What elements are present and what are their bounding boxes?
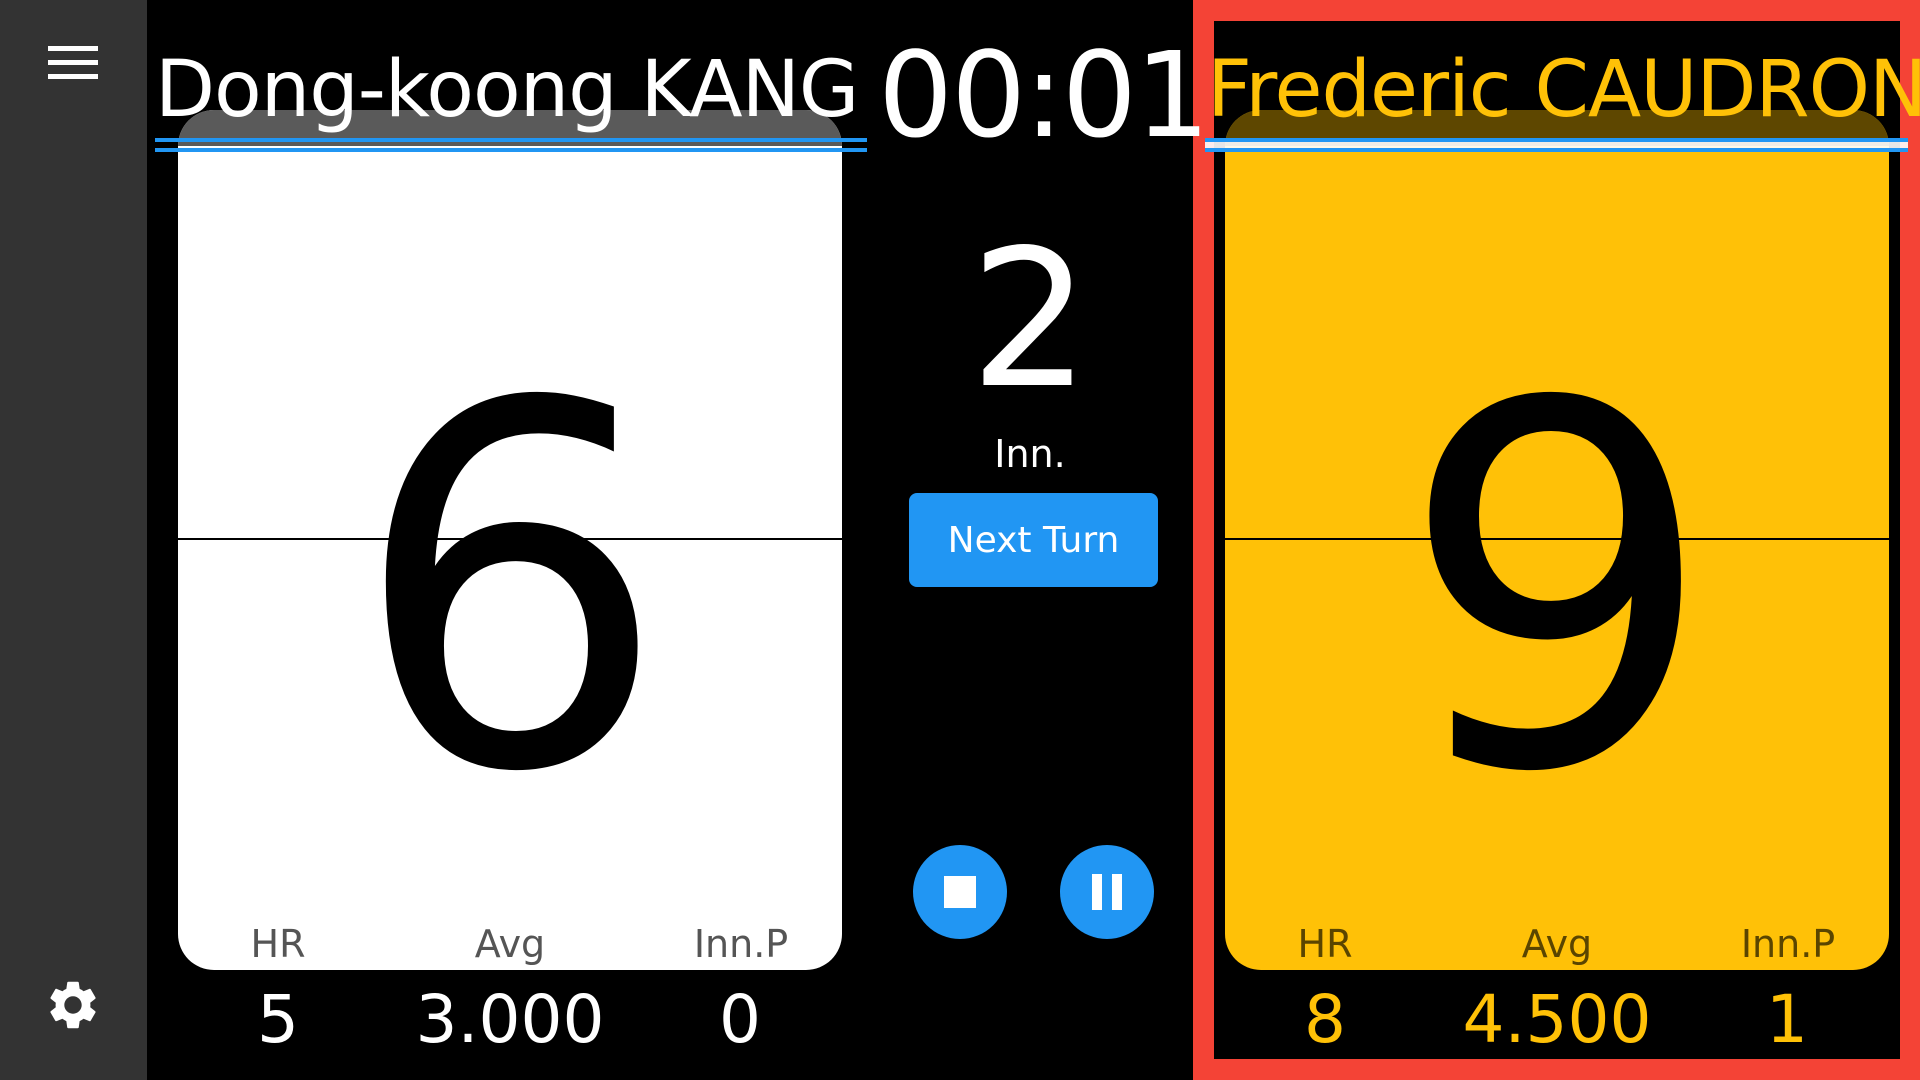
player1-avg-value: 3.000 — [415, 981, 605, 1058]
sidebar — [0, 0, 147, 1080]
player1-name[interactable]: Dong-koong KANG — [155, 40, 867, 140]
player2-avg-label: Avg — [1521, 922, 1593, 966]
player2-score-card[interactable]: 9 HR Avg Inn.P — [1225, 110, 1889, 970]
hamburger-menu-icon[interactable] — [48, 46, 98, 80]
player1-innp-value: 0 — [719, 981, 761, 1058]
player1-avg-label: Avg — [474, 922, 546, 966]
stop-button[interactable] — [913, 845, 1007, 939]
pause-icon — [1092, 874, 1102, 910]
player2-hr-label: HR — [1297, 922, 1353, 966]
player2-innp-value: 1 — [1766, 981, 1808, 1058]
player1-hr-label: HR — [250, 922, 306, 966]
player1-innp-label: Inn.P — [693, 922, 789, 966]
player1-score: 6 — [350, 299, 670, 881]
player2-innp-label: Inn.P — [1740, 922, 1836, 966]
game-timer: 00:01 — [878, 26, 1210, 164]
stop-icon — [944, 876, 976, 908]
gear-icon[interactable] — [44, 976, 102, 1034]
player1-score-card[interactable]: 6 HR Avg Inn.P — [178, 110, 842, 970]
player2-avg-value: 4.500 — [1462, 981, 1652, 1058]
player1-hr-value: 5 — [257, 981, 299, 1058]
player2-score: 9 — [1397, 299, 1717, 881]
next-turn-button[interactable]: Next Turn — [909, 493, 1158, 587]
innings-label: Inn. — [994, 432, 1066, 476]
player2-name[interactable]: Frederic CAUDRON — [1207, 40, 1920, 140]
pause-button[interactable] — [1060, 845, 1154, 939]
player1-name-underline — [155, 138, 867, 152]
innings-count: 2 — [969, 209, 1091, 430]
player2-name-underline — [1205, 138, 1908, 152]
player2-hr-value: 8 — [1304, 981, 1346, 1058]
